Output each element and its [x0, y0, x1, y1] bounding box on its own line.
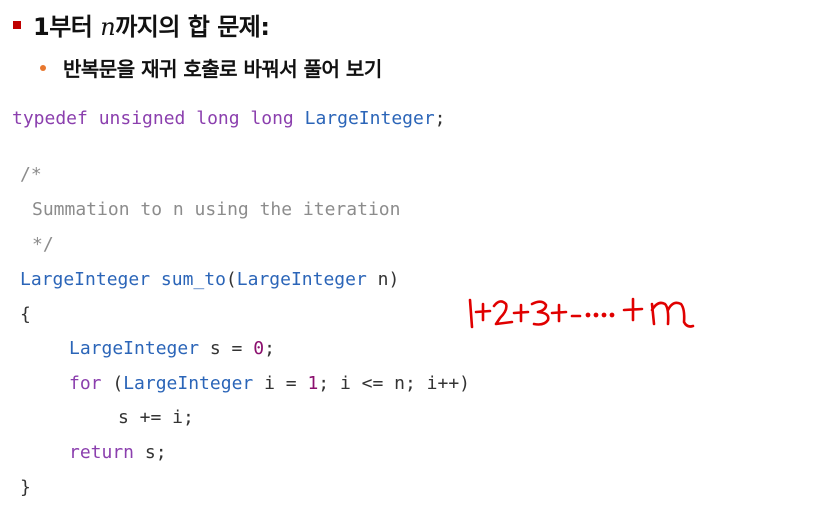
function-signature: LargeInteger sum_to(LargeInteger n) [20, 268, 399, 292]
for-init-value: 1 [307, 373, 319, 394]
for-open: ( [101, 373, 124, 394]
return-rest: s; [134, 442, 167, 463]
handwritten-sum-note [468, 297, 695, 329]
comment-open: /* [20, 164, 42, 185]
typedef-type: unsigned long long [98, 108, 294, 129]
typedef-line: typedef unsigned long long LargeInteger; [12, 107, 446, 131]
return-type: LargeInteger [20, 269, 151, 290]
slide-title: 1부터 n까지의 합 문제: [33, 7, 270, 42]
decl-rest: s = [199, 338, 254, 359]
square-bullet-icon [13, 21, 21, 29]
title-suffix: 까지의 합 문제: [115, 13, 270, 41]
param-type: LargeInteger [236, 269, 367, 290]
typedef-name: LargeInteger [304, 108, 435, 129]
decl-type: LargeInteger [69, 338, 200, 359]
brace-open: { [20, 304, 31, 325]
return-line: return s; [69, 441, 167, 465]
subtitle-bullet: 반복문을 재귀 호출로 바꿔서 풀어 보기 [40, 53, 382, 82]
paren-close: ) [388, 269, 400, 290]
dot-bullet-icon [40, 65, 46, 71]
decl-value: 0 [253, 338, 265, 359]
for-init: i = [253, 373, 308, 394]
paren-open: ( [225, 269, 237, 290]
title-prefix: 1부터 [33, 13, 101, 41]
return-keyword: return [69, 442, 135, 463]
declaration-line: LargeInteger s = 0; [69, 337, 275, 361]
for-line: for (LargeInteger i = 1; i <= n; i++) [69, 372, 470, 396]
for-condition: ; i <= n; i++) [318, 373, 470, 394]
brace-close: } [20, 477, 31, 498]
title-bullet: 1부터 n까지의 합 문제: [13, 7, 270, 42]
decl-end: ; [264, 338, 275, 359]
for-type: LargeInteger [123, 373, 254, 394]
comment-text: Summation to n using the iteration [32, 199, 401, 220]
typedef-end: ; [434, 108, 446, 129]
slide-subtitle: 반복문을 재귀 호출로 바꿔서 풀어 보기 [63, 57, 382, 81]
comment-close: */ [32, 234, 54, 255]
handwritten-annotation [468, 297, 695, 329]
title-math-n: n [100, 13, 116, 41]
typedef-keyword: typedef [12, 108, 88, 129]
function-name: sum_to [160, 269, 226, 290]
param-name: n [366, 269, 389, 290]
loop-body-line: s += i; [118, 407, 194, 428]
for-keyword: for [69, 373, 102, 394]
